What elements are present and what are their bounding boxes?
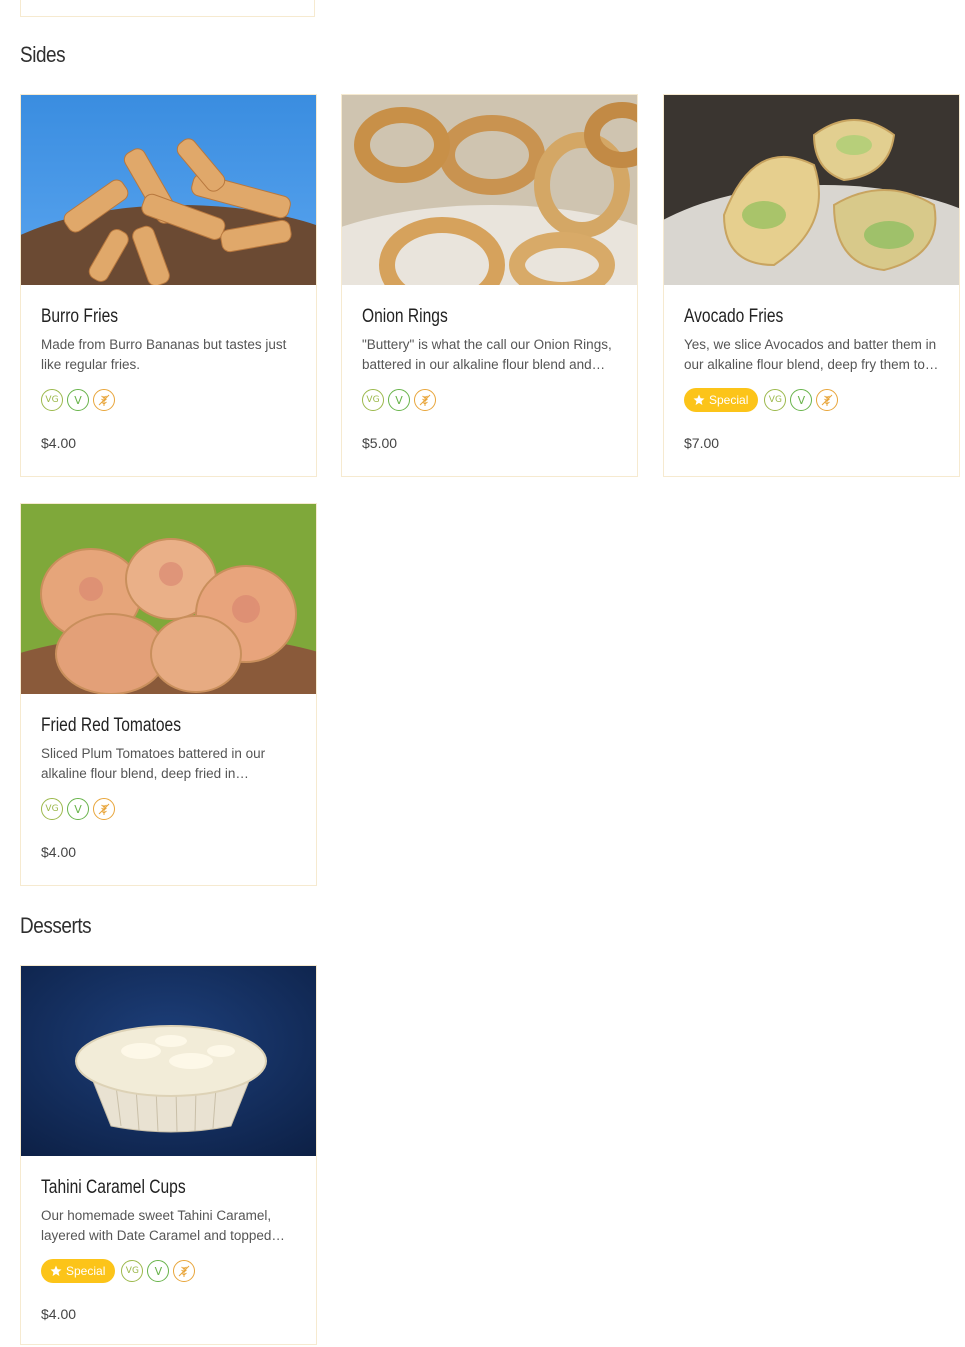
dietary-tags: Special VG V [684,388,939,412]
vegan-gf-icon: VG [362,389,384,411]
vegan-gf-icon: VG [121,1260,144,1282]
menu-item-burro-fries[interactable]: Burro Fries Made from Burro Bananas but … [20,94,317,477]
vegan-gf-icon: VG [764,389,787,411]
dietary-tags: Special VG V [41,1259,296,1283]
vegan-icon: V [388,389,410,411]
item-name: Tahini Caramel Cups [41,1177,186,1198]
item-price: $4.00 [41,435,77,451]
onion-rings-image [342,95,637,285]
item-price: $4.00 [41,844,77,860]
wheat-free-icon [93,389,115,411]
dietary-tags: VG V [41,388,296,412]
vegan-icon: V [67,389,89,411]
item-description: "Buttery" is what the call our Onion Rin… [362,337,612,372]
vegan-gf-icon: VG [41,798,63,820]
menu-item-fried-red-tomatoes[interactable]: Fried Red Tomatoes Sliced Plum Tomatoes … [20,503,317,886]
vegan-icon: V [790,389,813,411]
vegan-gf-icon: VG [41,389,63,411]
item-name: Avocado Fries [684,306,784,327]
star-icon [693,394,705,405]
item-description: Made from Burro Bananas but tastes just … [41,337,287,372]
section-title-sides: Sides [20,42,66,67]
wheat-free-icon [816,389,839,411]
menu-item-avocado-fries[interactable]: Avocado Fries Yes, we slice Avocados and… [663,94,960,477]
menu-item-tahini-caramel-cups[interactable]: Tahini Caramel Cups Our homemade sweet T… [20,965,317,1345]
wheat-free-icon [173,1260,196,1282]
special-badge: Special [684,388,759,412]
section-title-desserts: Desserts [20,913,92,938]
item-price: $4.00 [41,1306,77,1322]
vegan-icon: V [147,1260,170,1282]
fried-red-tomatoes-image [21,504,316,694]
special-label: Special [66,1264,106,1278]
item-price: $5.00 [362,435,398,451]
avocado-fries-image [664,95,959,285]
vegan-icon: V [67,798,89,820]
previous-menu-card [20,0,315,17]
special-badge: Special [41,1259,116,1283]
dietary-tags: VG V [362,388,617,412]
item-description: Yes, we slice Avocados and batter them i… [684,337,937,372]
wheat-free-icon [414,389,436,411]
item-name: Burro Fries [41,306,119,327]
item-description: Sliced Plum Tomatoes battered in our alk… [41,746,266,781]
menu-item-onion-rings[interactable]: Onion Rings "Buttery" is what the call o… [341,94,638,477]
tahini-caramel-cups-image [21,966,316,1156]
special-label: Special [709,393,749,407]
item-price: $7.00 [684,435,720,451]
dietary-tags: VG V [41,797,296,821]
burro-fries-image [21,95,316,285]
star-icon [50,1265,62,1276]
wheat-free-icon [93,798,115,820]
item-name: Onion Rings [362,306,448,327]
item-description: Our homemade sweet Tahini Caramel, layer… [41,1208,272,1243]
item-name: Fried Red Tomatoes [41,715,182,736]
